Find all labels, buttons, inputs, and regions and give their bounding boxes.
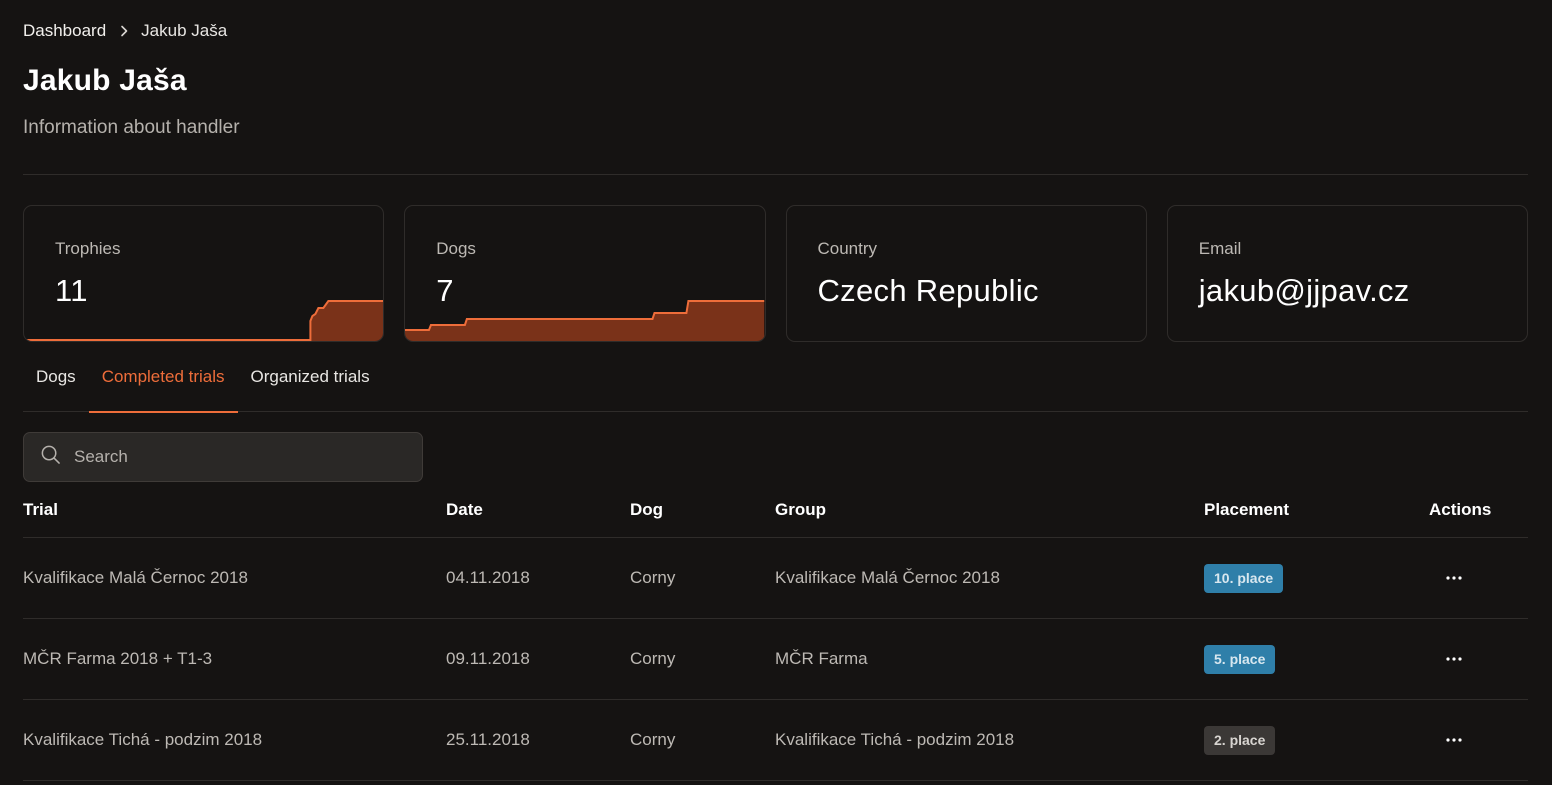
dog-cell: Corny [630, 730, 676, 749]
search-box[interactable] [23, 432, 423, 482]
stat-card-dogs: Dogs 7 [404, 205, 766, 342]
placement-cell: 2. place [1204, 725, 1429, 755]
group-cell: Kvalifikace Malá Černoc 2018 [775, 568, 1000, 587]
column-header-dog[interactable]: Dog [630, 500, 775, 520]
header-divider [23, 174, 1528, 175]
tab-completed-trials[interactable]: Completed trials [88, 342, 238, 413]
stat-label: Dogs [436, 239, 476, 258]
group-cell: Kvalifikace Tichá - podzim 2018 [775, 730, 1015, 749]
placement-cell: 5. place [1204, 644, 1429, 674]
trials-table: Trial Date Dog Group Placement Actions K… [23, 482, 1528, 781]
stat-label: Country [817, 239, 878, 258]
handler-detail-page: Dashboard Jakub Jaša Jakub Jaša Informat… [0, 0, 1552, 785]
column-header-group[interactable]: Group [775, 500, 1204, 520]
stats-row: Trophies 11 Dogs 7 Country Czech Republi… [23, 205, 1528, 342]
more-actions-icon[interactable] [1442, 567, 1466, 589]
trial-cell: Kvalifikace Tichá - podzim 2018 [23, 730, 263, 749]
placement-badge: 10. place [1204, 563, 1284, 593]
stat-card-trophies: Trophies 11 [23, 205, 385, 342]
trial-cell: MČR Farma 2018 + T1-3 [23, 649, 213, 668]
tab-bar: Dogs Completed trials Organized trials [23, 342, 1528, 413]
table-row[interactable]: MČR Farma 2018 + T1-3 09.11.2018 Corny M… [23, 619, 1528, 700]
actions-cell [1429, 648, 1528, 670]
page-subtitle: Information about handler [23, 117, 240, 138]
breadcrumb-dashboard-link[interactable]: Dashboard [23, 21, 106, 41]
dogs-sparkline [405, 300, 765, 341]
trial-cell: Kvalifikace Malá Černoc 2018 [23, 568, 248, 587]
column-header-placement[interactable]: Placement [1204, 500, 1429, 520]
trophies-sparkline [24, 300, 384, 341]
date-cell: 25.11.2018 [446, 730, 530, 749]
dog-cell: Corny [630, 649, 676, 668]
date-cell: 04.11.2018 [446, 568, 530, 587]
placement-badge: 2. place [1204, 725, 1276, 755]
actions-cell [1429, 567, 1528, 589]
column-header-trial[interactable]: Trial [23, 500, 446, 520]
table-row[interactable]: Kvalifikace Tichá - podzim 2018 25.11.20… [23, 700, 1528, 781]
stat-card-email: Email jakub@jjpav.cz [1166, 205, 1528, 342]
tab-dogs[interactable]: Dogs [23, 342, 89, 412]
breadcrumb-current: Jakub Jaša [141, 21, 228, 40]
actions-cell [1429, 729, 1528, 751]
more-actions-icon[interactable] [1442, 729, 1466, 751]
stat-card-country: Country Czech Republic [785, 205, 1147, 342]
stat-value: jakub@jjpav.cz [1198, 273, 1410, 308]
chevron-right-icon [112, 20, 136, 42]
date-cell: 09.11.2018 [446, 649, 530, 668]
search-input[interactable] [74, 447, 394, 467]
group-cell: MČR Farma [775, 649, 868, 668]
placement-cell: 10. place [1204, 563, 1429, 593]
table-header: Trial Date Dog Group Placement Actions [23, 482, 1528, 538]
column-header-actions: Actions [1429, 499, 1492, 519]
more-actions-icon[interactable] [1442, 648, 1466, 670]
placement-badge: 5. place [1204, 644, 1276, 674]
dog-cell: Corny [630, 568, 676, 587]
stat-value: Czech Republic [817, 273, 1039, 308]
search-icon [40, 444, 61, 470]
page-title: Jakub Jaša [23, 64, 187, 97]
breadcrumb: Dashboard Jakub Jaša [23, 20, 227, 42]
column-header-date[interactable]: Date [446, 500, 630, 520]
tab-organized-trials[interactable]: Organized trials [238, 342, 383, 412]
stat-label: Trophies [55, 239, 121, 258]
stat-label: Email [1198, 239, 1242, 258]
table-row[interactable]: Kvalifikace Malá Černoc 2018 04.11.2018 … [23, 538, 1528, 619]
